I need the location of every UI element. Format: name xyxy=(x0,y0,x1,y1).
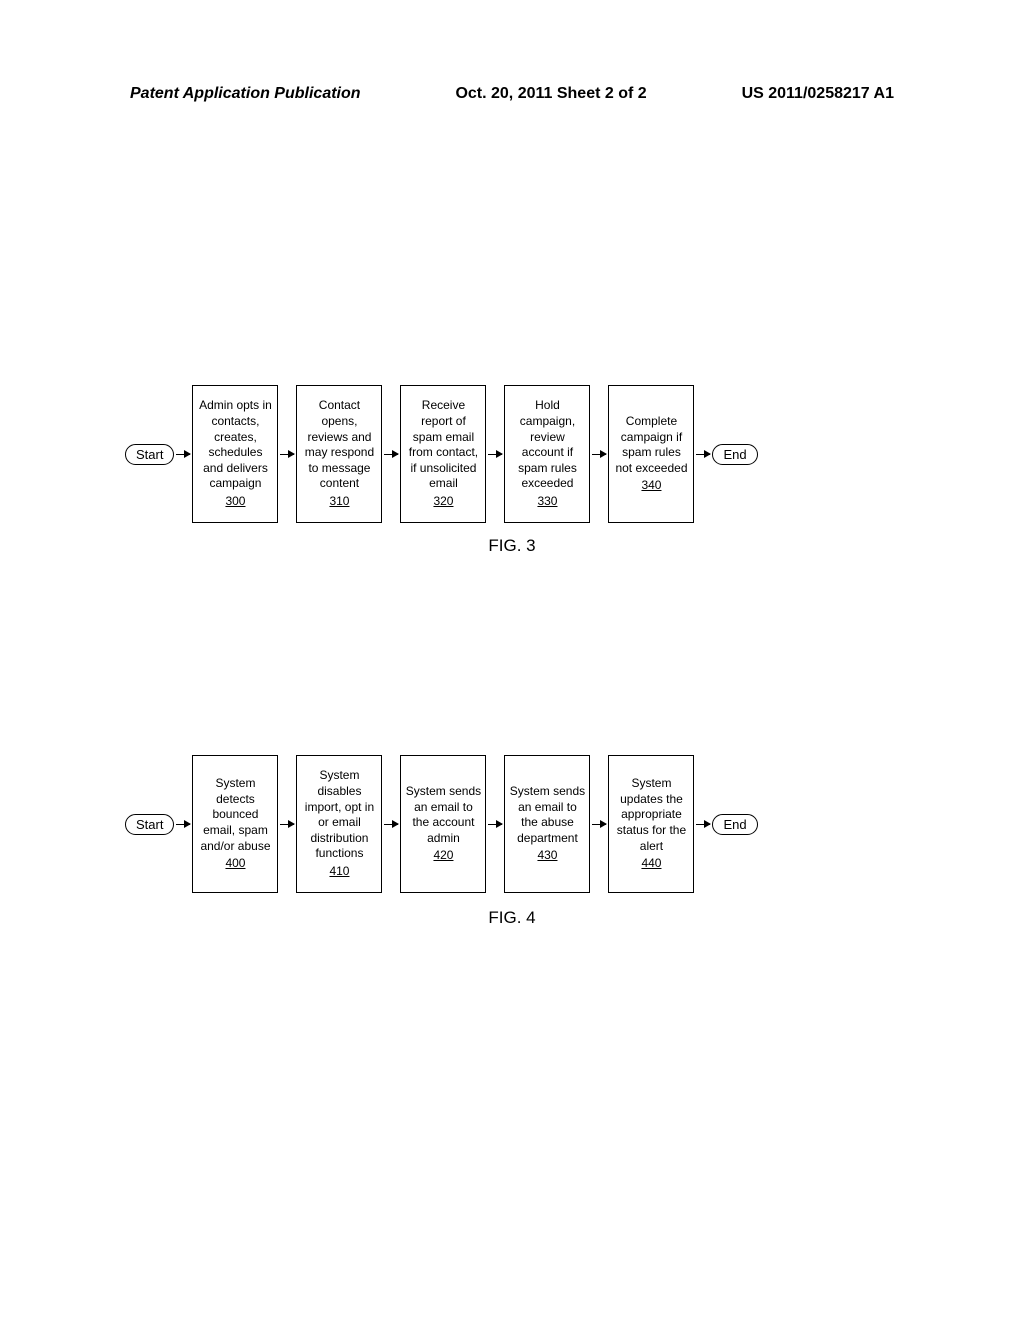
process-text: System sends an email to the abuse depar… xyxy=(509,784,585,846)
process-ref: 310 xyxy=(329,494,349,510)
arrow-icon xyxy=(488,454,502,455)
process-ref: 430 xyxy=(537,848,557,864)
arrow-icon xyxy=(488,824,502,825)
header-center: Oct. 20, 2011 Sheet 2 of 2 xyxy=(455,85,646,103)
flowchart-fig3: Start Admin opts in contacts, creates, s… xyxy=(125,385,758,523)
process-text: Admin opts in contacts, creates, schedul… xyxy=(197,398,273,492)
process-ref: 440 xyxy=(641,856,661,872)
process-box-430: System sends an email to the abuse depar… xyxy=(504,755,590,893)
arrow-icon xyxy=(280,824,294,825)
arrow-icon xyxy=(384,454,398,455)
page-header: Patent Application Publication Oct. 20, … xyxy=(0,85,1024,103)
process-ref: 320 xyxy=(433,494,453,510)
start-terminator: Start xyxy=(125,814,174,835)
figure-label-4: FIG. 4 xyxy=(488,908,535,928)
arrow-icon xyxy=(592,824,606,825)
process-ref: 300 xyxy=(225,494,245,510)
arrow-icon xyxy=(176,824,190,825)
arrow-icon xyxy=(280,454,294,455)
arrow-icon xyxy=(696,824,710,825)
process-text: System updates the appropriate status fo… xyxy=(613,776,689,854)
process-text: Receive report of spam email from contac… xyxy=(405,398,481,492)
start-terminator: Start xyxy=(125,444,174,465)
process-box-300: Admin opts in contacts, creates, schedul… xyxy=(192,385,278,523)
process-box-440: System updates the appropriate status fo… xyxy=(608,755,694,893)
process-ref: 400 xyxy=(225,856,245,872)
process-box-400: System detects bounced email, spam and/o… xyxy=(192,755,278,893)
process-box-330: Hold campaign, review account if spam ru… xyxy=(504,385,590,523)
flowchart-fig4: Start System detects bounced email, spam… xyxy=(125,755,758,893)
process-text: Contact opens, reviews and may respond t… xyxy=(301,398,377,492)
figure-label-3: FIG. 3 xyxy=(488,536,535,556)
process-ref: 330 xyxy=(537,494,557,510)
arrow-icon xyxy=(592,454,606,455)
process-text: Hold campaign, review account if spam ru… xyxy=(509,398,585,492)
end-terminator: End xyxy=(712,814,757,835)
process-ref: 340 xyxy=(641,478,661,494)
process-box-310: Contact opens, reviews and may respond t… xyxy=(296,385,382,523)
process-box-340: Complete campaign if spam rules not exce… xyxy=(608,385,694,523)
process-box-320: Receive report of spam email from contac… xyxy=(400,385,486,523)
header-left: Patent Application Publication xyxy=(130,85,361,103)
process-ref: 410 xyxy=(329,864,349,880)
header-right: US 2011/0258217 A1 xyxy=(742,85,894,103)
arrow-icon xyxy=(384,824,398,825)
process-box-410: System disables import, opt in or email … xyxy=(296,755,382,893)
process-ref: 420 xyxy=(433,848,453,864)
process-text: System sends an email to the account adm… xyxy=(405,784,481,846)
arrow-icon xyxy=(696,454,710,455)
process-text: Complete campaign if spam rules not exce… xyxy=(613,414,689,476)
process-box-420: System sends an email to the account adm… xyxy=(400,755,486,893)
end-terminator: End xyxy=(712,444,757,465)
process-text: System detects bounced email, spam and/o… xyxy=(197,776,273,854)
arrow-icon xyxy=(176,454,190,455)
process-text: System disables import, opt in or email … xyxy=(301,768,377,862)
